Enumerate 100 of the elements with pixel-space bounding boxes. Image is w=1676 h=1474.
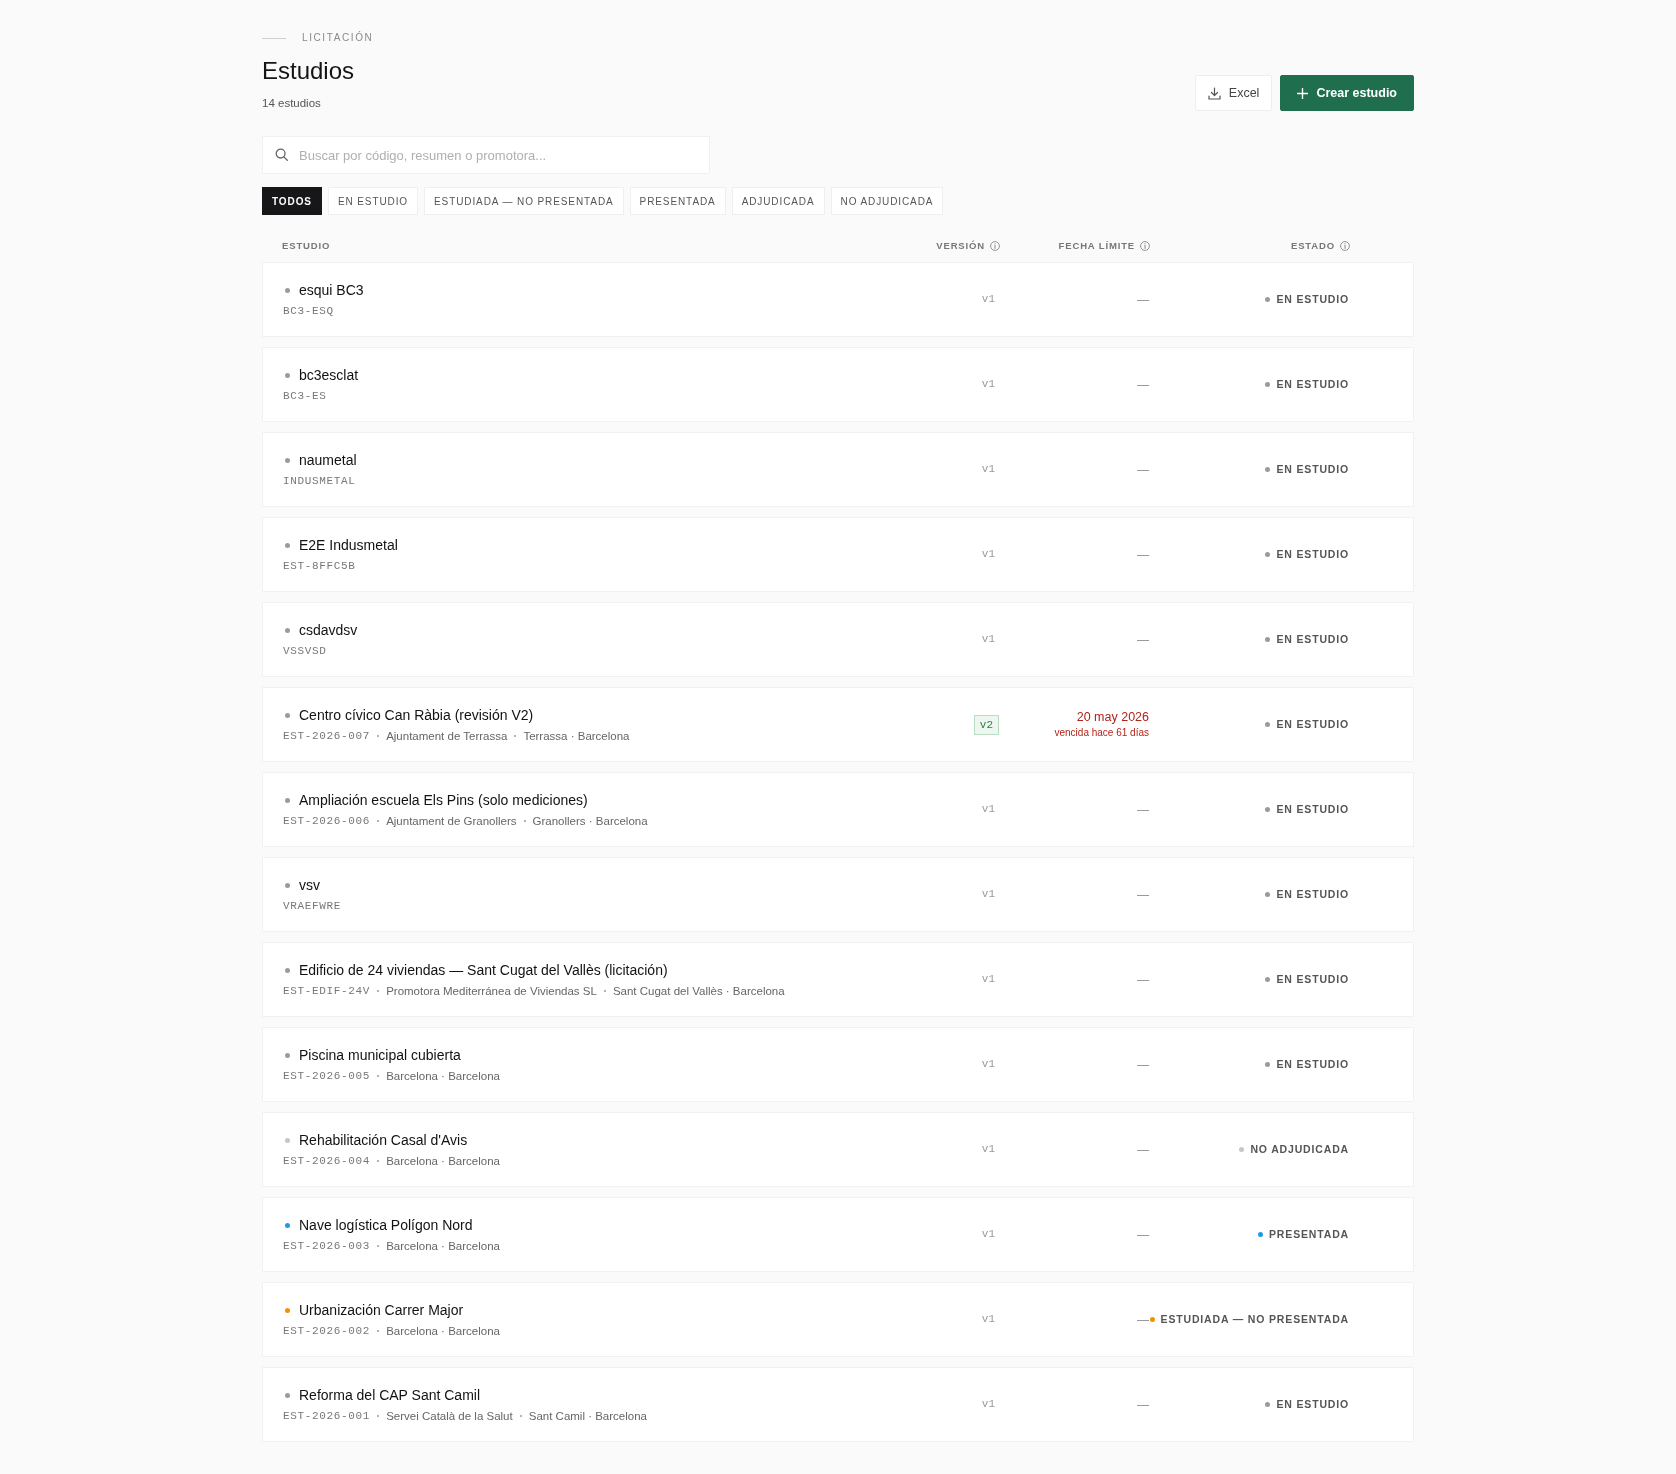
study-code: EST-EDIF-24V: [283, 984, 371, 999]
study-detail: Barcelona · Barcelona: [386, 1069, 500, 1084]
study-code: EST-2026-004: [283, 1154, 371, 1169]
version-label: v1: [981, 462, 996, 478]
study-name: naumetal: [299, 451, 357, 470]
study-row[interactable]: Reforma del CAP Sant Camil EST-2026-001 Servei Català de la Salut Sant Camil · Barcelona v1 — EN ESTUDIO: [262, 1367, 1414, 1442]
deadline-dash: —: [1137, 1141, 1149, 1159]
status-label: EN ESTUDIO: [1276, 1056, 1349, 1072]
study-code: VSSVSD: [283, 644, 327, 659]
study-detail: Barcelona · Barcelona: [386, 1324, 500, 1339]
study-code: BC3-ESQ: [283, 304, 334, 319]
status-label: PRESENTADA: [1269, 1226, 1349, 1242]
version-label: v1: [981, 547, 996, 563]
status-label: EN ESTUDIO: [1276, 1396, 1349, 1412]
study-name: Reforma del CAP Sant Camil: [299, 1386, 481, 1405]
deadline-dash: —: [1137, 1226, 1149, 1244]
deadline-note: vencida hace 61 días: [1054, 726, 1149, 740]
version-label: v1: [981, 887, 996, 903]
study-code: EST-2026-003: [283, 1239, 371, 1254]
study-row[interactable]: vsv VRAEFWRE v1 — EN ESTUDIO: [262, 857, 1414, 932]
version-label: v1: [981, 1142, 996, 1158]
study-row[interactable]: naumetal INDUSMETAL v1 — EN ESTUDIO: [262, 432, 1414, 507]
study-row[interactable]: esqui BC3 BC3-ESQ v1 — EN ESTUDIO: [262, 262, 1414, 337]
filter-tab[interactable]: PRESENTADA: [629, 187, 726, 215]
filter-tab[interactable]: TODOS: [262, 187, 322, 215]
version-label: v1: [981, 1312, 996, 1328]
deadline-dash: —: [1137, 971, 1149, 989]
column-header: FECHA LÍMITE: [1058, 238, 1135, 253]
version-label: v1: [981, 377, 996, 393]
study-row[interactable]: Rehabilitación Casal d'Avis EST-2026-004 Barcelona · Barcelona v1 — NO ADJUDICADA: [262, 1112, 1414, 1187]
download-icon: [1207, 86, 1221, 100]
status-label: EN ESTUDIO: [1276, 461, 1349, 477]
study-detail: Sant Cugat del Vallès · Barcelona: [612, 984, 785, 999]
study-code: VRAEFWRE: [283, 899, 342, 914]
deadline-dash: —: [1137, 376, 1149, 394]
study-row[interactable]: Nave logística Polígon Nord EST-2026-003 Barcelona · Barcelona v1 — PRESENTADA: [262, 1197, 1414, 1272]
study-row[interactable]: Piscina municipal cubierta EST-2026-005 Barcelona · Barcelona v1 — EN ESTUDIO: [262, 1027, 1414, 1102]
column-header: VERSIÓN: [936, 238, 985, 253]
study-count: 14 estudios: [262, 96, 322, 111]
study-detail: Ajuntament de Terrassa: [386, 729, 508, 744]
deadline-dash: —: [1137, 291, 1149, 309]
study-name: Nave logística Polígon Nord: [299, 1216, 473, 1235]
status-label: EN ESTUDIO: [1276, 801, 1349, 817]
status-label: EN ESTUDIO: [1276, 971, 1349, 987]
study-detail: Promotora Mediterránea de Viviendas SL: [386, 984, 597, 999]
study-code: EST-2026-002: [283, 1324, 371, 1339]
status-label: EN ESTUDIO: [1276, 376, 1349, 392]
create-study-button[interactable]: Crear estudio: [1280, 75, 1414, 111]
study-row[interactable]: Centro cívico Can Ràbia (revisión V2) EST-2026-007 Ajuntament de Terrassa Terrassa · Barcelona v2 20 may 2026 vencida hace 61 días EN ESTUDIO: [262, 687, 1414, 762]
filter-tab[interactable]: EN ESTUDIO: [327, 187, 418, 215]
study-detail: Granollers · Barcelona: [532, 814, 648, 829]
study-name: Ampliación escuela Els Pins (solo mediciones): [299, 791, 588, 810]
study-row[interactable]: E2E Indusmetal EST-8FFC5B v1 — EN ESTUDIO: [262, 517, 1414, 592]
study-name: Centro cívico Can Ràbia (revisión V2): [299, 706, 534, 725]
study-name: Rehabilitación Casal d'Avis: [299, 1131, 468, 1150]
deadline-dash: —: [1137, 1311, 1149, 1329]
study-name: Urbanización Carrer Major: [299, 1301, 464, 1320]
excel-export-button[interactable]: Excel: [1194, 75, 1273, 111]
study-row[interactable]: Urbanización Carrer Major EST-2026-002 Barcelona · Barcelona v1 — ESTUDIADA — NO PRESENTADA: [262, 1282, 1414, 1357]
status-label: EN ESTUDIO: [1276, 716, 1349, 732]
study-row[interactable]: csdavdsv VSSVSD v1 — EN ESTUDIO: [262, 602, 1414, 677]
version-badge: v2: [973, 714, 999, 735]
study-code: BC3-ES: [283, 389, 327, 404]
study-name: esqui BC3: [299, 281, 364, 300]
page-title: Estudios: [262, 56, 356, 86]
study-row[interactable]: Ampliación escuela Els Pins (solo mediciones) EST-2026-006 Ajuntament de Granollers Granollers · Barcelona v1 — EN ESTUDIO: [262, 772, 1414, 847]
version-label: v1: [981, 292, 996, 308]
status-label: EN ESTUDIO: [1276, 886, 1349, 902]
search-field[interactable]: Buscar por código, resumen o promotora...: [262, 136, 710, 174]
status-label: ESTUDIADA — NO PRESENTADA: [1160, 1311, 1349, 1327]
deadline-dash: —: [1137, 801, 1149, 819]
status-label: EN ESTUDIO: [1276, 631, 1349, 647]
deadline-dash: —: [1137, 1056, 1149, 1074]
study-detail: Ajuntament de Granollers: [386, 814, 517, 829]
study-code: EST-8FFC5B: [283, 559, 356, 574]
filter-tab[interactable]: ESTUDIADA — NO PRESENTADA: [424, 187, 624, 215]
deadline-dash: —: [1137, 1396, 1149, 1414]
study-detail: Servei Català de la Salut: [386, 1409, 513, 1424]
filter-tab[interactable]: ADJUDICADA: [731, 187, 825, 215]
study-name: Piscina municipal cubierta: [299, 1046, 461, 1065]
study-name: E2E Indusmetal: [299, 536, 398, 555]
study-row[interactable]: bc3esclat BC3-ES v1 — EN ESTUDIO: [262, 347, 1414, 422]
study-detail: Sant Camil · Barcelona: [528, 1409, 647, 1424]
filter-tab[interactable]: NO ADJUDICADA: [830, 187, 944, 215]
study-detail: Barcelona · Barcelona: [386, 1239, 500, 1254]
status-label: EN ESTUDIO: [1276, 546, 1349, 562]
version-label: v1: [981, 632, 996, 648]
deadline-dash: —: [1137, 461, 1149, 479]
study-detail: Terrassa · Barcelona: [523, 729, 630, 744]
deadline-dash: —: [1137, 546, 1149, 564]
version-label: v1: [981, 1057, 996, 1073]
study-detail: Barcelona · Barcelona: [386, 1154, 500, 1169]
breadcrumb-label: LICITACIÓN: [302, 31, 374, 45]
deadline-dash: —: [1137, 886, 1149, 904]
study-row[interactable]: Edificio de 24 viviendas — Sant Cugat del Vallès (licitación) EST-EDIF-24V Promotora Mediterránea de Viviendas SL Sant Cugat del Vallès · Barcelona v1 — EN ESTUDIO: [262, 942, 1414, 1017]
status-label: NO ADJUDICADA: [1250, 1141, 1349, 1157]
deadline-date: 20 may 2026: [1076, 709, 1149, 726]
study-code: INDUSMETAL: [283, 474, 356, 489]
study-code: EST-2026-006: [283, 814, 371, 829]
study-name: Edificio de 24 viviendas — Sant Cugat del Vallès (licitación): [299, 961, 668, 980]
